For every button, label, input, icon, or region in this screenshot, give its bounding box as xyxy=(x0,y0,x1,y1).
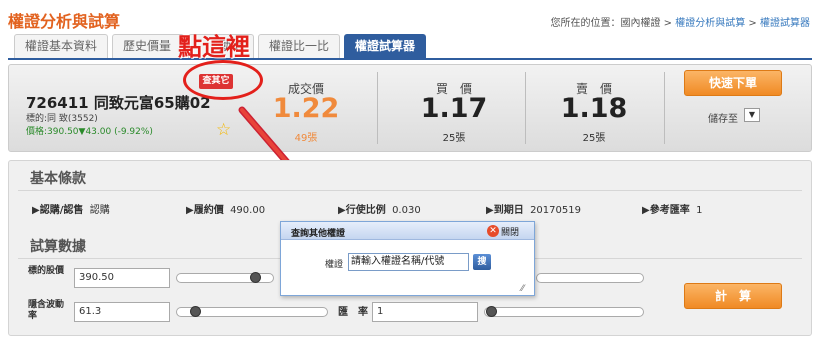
underlying-price-input[interactable]: 390.50 xyxy=(74,268,170,288)
save-to-dropdown[interactable]: ▼ xyxy=(744,108,760,122)
ask-volume: 25張 xyxy=(582,133,606,144)
fx-label: 匯 率 xyxy=(338,307,368,318)
search-button[interactable]: 搜 xyxy=(473,254,491,270)
query-other-warrants-dialog: 查詢其他權證 ✕ 關閉 權證 請輸入權證名稱/代號 搜 ⁄⁄ xyxy=(280,221,535,296)
warrant-code-name: 726411 同致元富65購02 xyxy=(26,94,211,112)
save-to-label: 儲存至 xyxy=(708,114,738,125)
fx-slider-handle[interactable] xyxy=(486,306,497,317)
term-expiry: ▶到期日 20170519 xyxy=(486,201,581,216)
breadcrumb: 您所在的位置：國內權證 > 權證分析與試算 > 權證試算器 xyxy=(551,14,811,29)
divider xyxy=(525,72,526,144)
tab-underline xyxy=(8,58,812,60)
breadcrumb-separator: > xyxy=(745,18,760,29)
implied-vol-input[interactable]: 61.3 xyxy=(74,302,170,322)
resize-grip-icon[interactable]: ⁄⁄ xyxy=(521,284,524,294)
term-type: ▶認購/認售 認購 xyxy=(32,201,110,216)
slider-track[interactable] xyxy=(536,273,644,283)
term-type-label: ▶認購/認售 xyxy=(32,205,84,216)
dialog-close-label: 關閉 xyxy=(501,227,520,238)
tab-history[interactable]: 歷史價量 xyxy=(112,34,185,58)
divider xyxy=(18,190,802,191)
fx-slider[interactable] xyxy=(484,307,644,317)
calc-data-heading: 試算數據 xyxy=(30,239,86,255)
term-ref-rate: ▶參考匯率 1 xyxy=(642,201,702,216)
breadcrumb-link-analysis[interactable]: 權證分析與試算 xyxy=(675,18,745,29)
ask-price-value: 1.18 xyxy=(560,93,628,124)
tab-compare[interactable]: 權證比一比 xyxy=(258,34,341,58)
dialog-close-button[interactable]: ✕ 關閉 xyxy=(487,224,519,238)
underlying-info: 標的:同 致(3552) xyxy=(26,114,98,124)
underlying-price-label: 標的股價 xyxy=(28,266,65,276)
click-here-annotation: 點這裡 xyxy=(178,33,250,61)
divider xyxy=(664,72,665,144)
favorite-star-icon[interactable]: ☆ xyxy=(216,120,231,140)
tab-calculator[interactable]: 權證試算器 xyxy=(344,34,427,58)
quick-order-button[interactable]: 快速下單 xyxy=(684,70,782,96)
term-expiry-value: 20170519 xyxy=(530,205,581,216)
underlying-price-slider-handle[interactable] xyxy=(250,272,261,283)
term-type-value: 認購 xyxy=(89,205,110,216)
tab-basic-info[interactable]: 權證基本資料 xyxy=(14,34,109,58)
fx-input[interactable]: 1 xyxy=(372,302,478,322)
breadcrumb-link-calculator[interactable]: 權證試算器 xyxy=(760,18,810,29)
term-strike-label: ▶履約價 xyxy=(186,205,224,216)
page-title: 權證分析與試算 xyxy=(8,12,121,31)
warrant-field-label: 權證 xyxy=(325,260,344,270)
term-ratio: ▶行使比例 0.030 xyxy=(338,201,421,216)
implied-vol-label: 隱含波動率 xyxy=(28,300,65,321)
term-strike-value: 490.00 xyxy=(230,205,266,216)
divider xyxy=(377,72,378,144)
breadcrumb-prefix: 您所在的位置：國內權證 > xyxy=(550,18,673,29)
term-ratio-label: ▶行使比例 xyxy=(338,205,386,216)
calculate-button[interactable]: 計 算 xyxy=(684,283,782,309)
warrant-search-input[interactable]: 請輸入權證名稱/代號 xyxy=(348,253,469,271)
dialog-title: 查詢其他權證 xyxy=(291,229,346,239)
close-icon: ✕ xyxy=(487,225,499,237)
bid-price-value: 1.17 xyxy=(420,93,488,124)
bid-volume: 25張 xyxy=(442,133,466,144)
term-expiry-label: ▶到期日 xyxy=(486,205,524,216)
underlying-price-change: 價格:390.50▼43.00 (-9.92%) xyxy=(26,127,153,137)
term-ratio-value: 0.030 xyxy=(392,205,421,216)
term-ref-rate-value: 1 xyxy=(696,205,703,216)
basic-terms-heading: 基本條款 xyxy=(30,171,86,187)
term-ref-rate-label: ▶參考匯率 xyxy=(642,205,690,216)
implied-vol-slider-handle[interactable] xyxy=(190,306,201,317)
term-strike: ▶履約價 490.00 xyxy=(186,201,265,216)
